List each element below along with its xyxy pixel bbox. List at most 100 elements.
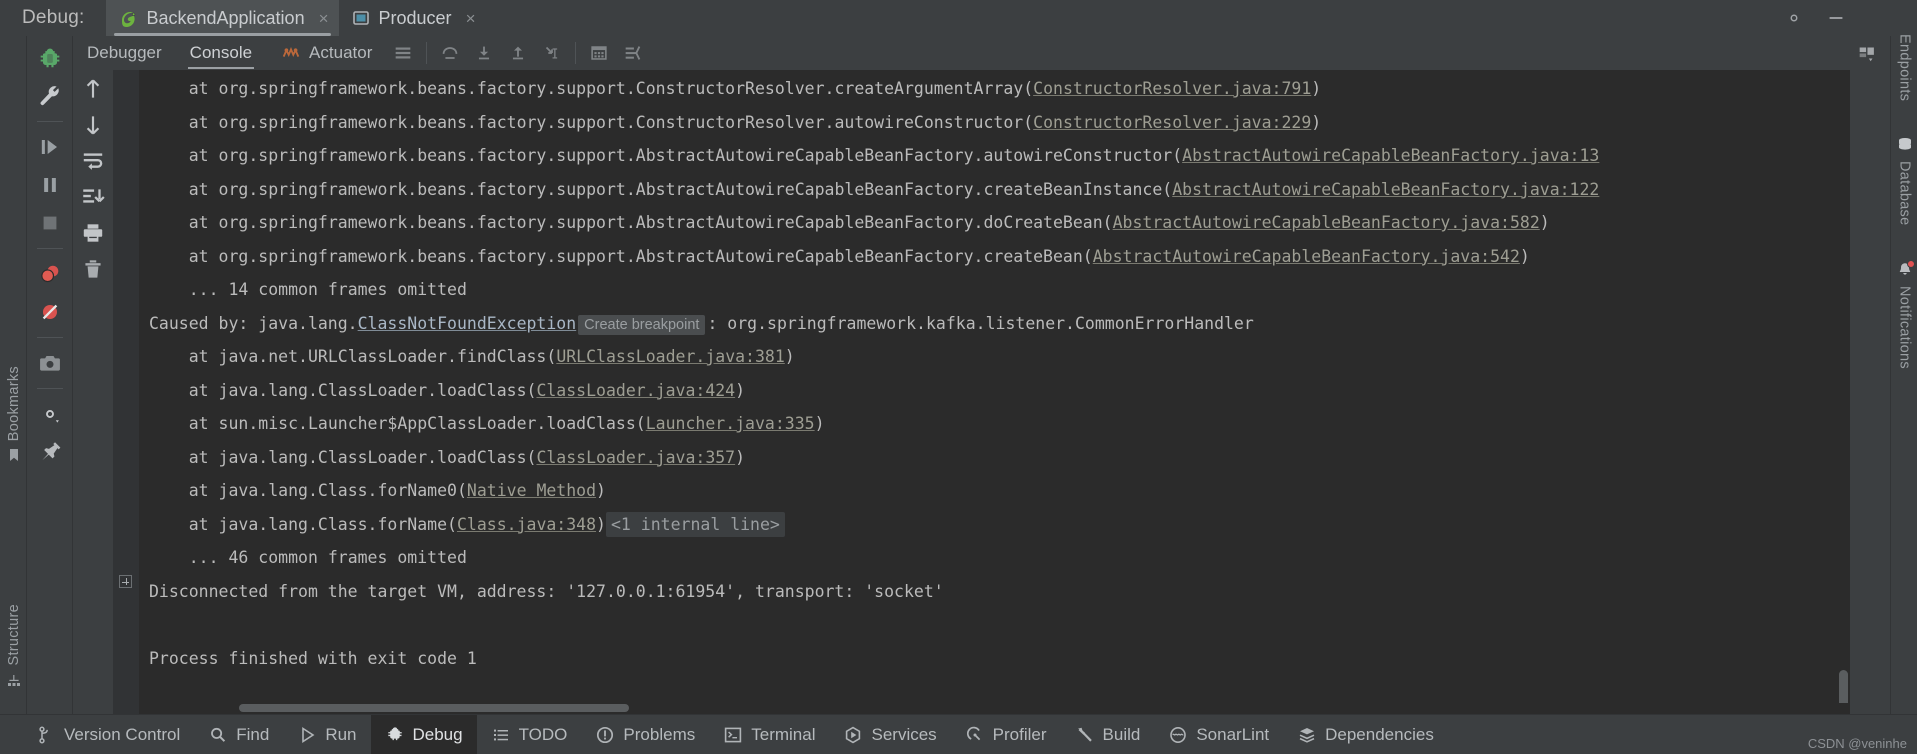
sidebar-item-bookmarks[interactable]: Bookmarks bbox=[0, 366, 27, 463]
minimize-icon[interactable] bbox=[1825, 7, 1847, 29]
console-text: at org.springframework.beans.factory.sup… bbox=[188, 179, 1173, 199]
internal-lines-badge[interactable]: <1 internal line> bbox=[605, 511, 785, 537]
settings-gear-icon[interactable] bbox=[1783, 7, 1805, 29]
search-icon bbox=[211, 727, 226, 742]
bottom-item-services[interactable]: Services bbox=[829, 715, 950, 754]
layout-restore-icon bbox=[1859, 47, 1874, 62]
tab-debugger[interactable]: Debugger bbox=[73, 36, 176, 70]
tab-label: Debugger bbox=[87, 43, 162, 62]
source-link[interactable]: ConstructorResolver.java:229 bbox=[1033, 113, 1311, 132]
stop-program-icon[interactable] bbox=[36, 209, 64, 237]
sidebar-item-notifications[interactable]: Notifications bbox=[1891, 260, 1917, 369]
source-link[interactable]: ConstructorResolver.java:791 bbox=[1033, 79, 1311, 98]
divider bbox=[36, 388, 63, 389]
source-link[interactable]: Class.java:348 bbox=[457, 515, 596, 534]
bottom-item-debug[interactable]: Debug bbox=[370, 714, 477, 754]
console-line: at java.lang.ClassLoader.loadClass(Class… bbox=[139, 441, 1850, 475]
soft-wrap-icon[interactable] bbox=[80, 148, 106, 174]
bottom-item-todo[interactable]: TODO bbox=[477, 715, 582, 754]
close-icon[interactable]: × bbox=[319, 10, 329, 27]
console-line: Caused by: java.lang.ClassNotFoundExcept… bbox=[139, 307, 1850, 341]
bottom-item-label: Build bbox=[1102, 724, 1141, 744]
bug-icon bbox=[387, 726, 402, 740]
tab-label: Actuator bbox=[309, 43, 373, 62]
source-link[interactable]: AbstractAutowireCapableBeanFactory.java:… bbox=[1113, 213, 1540, 232]
bottom-item-problems[interactable]: Problems bbox=[581, 715, 709, 754]
bottom-item-run[interactable]: Run bbox=[283, 715, 370, 754]
layout-settings-button[interactable] bbox=[386, 38, 420, 68]
source-link[interactable]: AbstractAutowireCapableBeanFactory.java:… bbox=[1093, 247, 1520, 266]
console-text: ) bbox=[735, 447, 746, 467]
wrench-settings-icon[interactable] bbox=[36, 82, 64, 110]
bottom-item-version-control[interactable]: Version Control bbox=[22, 715, 194, 754]
step-down-icon[interactable] bbox=[80, 112, 106, 138]
source-link[interactable]: URLClassLoader.java:381 bbox=[556, 347, 784, 366]
bottom-item-dependencies[interactable]: Dependencies bbox=[1283, 715, 1448, 754]
layout-restore-button[interactable] bbox=[1850, 38, 1884, 68]
close-icon[interactable]: × bbox=[466, 10, 476, 27]
pause-program-icon[interactable] bbox=[36, 171, 64, 199]
source-link[interactable]: ClassLoader.java:357 bbox=[536, 448, 735, 467]
source-link[interactable]: ClassLoader.java:424 bbox=[536, 381, 735, 400]
scroll-to-end-icon[interactable] bbox=[80, 184, 106, 210]
mute-breakpoints-icon[interactable] bbox=[36, 298, 64, 326]
bottom-item-profiler[interactable]: Profiler bbox=[951, 715, 1061, 754]
source-link[interactable]: Native Method bbox=[467, 481, 596, 500]
run-to-cursor-button[interactable] bbox=[535, 38, 569, 68]
bottom-item-terminal[interactable]: Terminal bbox=[709, 715, 829, 754]
bottom-item-label: Version Control bbox=[64, 724, 181, 744]
settings-dropdown-icon[interactable] bbox=[36, 400, 64, 428]
run-tab-backendapplication[interactable]: BackendApplication × bbox=[106, 0, 339, 36]
source-link[interactable]: AbstractAutowireCapableBeanFactory.java:… bbox=[1172, 180, 1599, 199]
view-breakpoints-icon[interactable] bbox=[36, 260, 64, 288]
warning-icon bbox=[597, 726, 614, 743]
tab-actuator[interactable]: Actuator bbox=[266, 36, 386, 70]
bottom-item-build[interactable]: Build bbox=[1061, 715, 1155, 754]
console-text: ) bbox=[735, 380, 746, 400]
sidebar-item-label: Database bbox=[1896, 161, 1913, 226]
console-text: ) bbox=[784, 347, 795, 366]
tab-label: Console bbox=[189, 43, 253, 62]
evaluate-expression-icon bbox=[591, 46, 608, 60]
console-horizontal-scrollbar-track[interactable] bbox=[139, 703, 1850, 714]
console-text: at org.springframework.beans.factory.sup… bbox=[188, 112, 1034, 132]
step-out-button[interactable] bbox=[501, 38, 535, 68]
create-breakpoint-chip[interactable]: Create breakpoint bbox=[578, 314, 706, 335]
console-horizontal-scrollbar-thumb[interactable] bbox=[239, 704, 629, 712]
tab-console[interactable]: Console bbox=[176, 36, 266, 70]
main-area: Bookmarks Structure Debugger Console Act… bbox=[0, 34, 1917, 714]
step-into-button[interactable] bbox=[467, 38, 501, 68]
trash-icon[interactable] bbox=[80, 256, 106, 282]
console-output[interactable]: at org.springframework.beans.factory.sup… bbox=[139, 70, 1850, 714]
console-text: ) bbox=[1519, 246, 1530, 266]
print-icon[interactable] bbox=[80, 220, 106, 246]
bottom-item-find[interactable]: Find bbox=[194, 715, 283, 754]
debug-bug-icon[interactable] bbox=[36, 44, 64, 72]
bookmark-icon bbox=[9, 449, 18, 462]
console-line: at org.springframework.beans.factory.sup… bbox=[139, 240, 1850, 274]
ide-window: Debug: BackendApplication × Producer × B… bbox=[0, 0, 1917, 754]
expand-internal-lines-icon[interactable] bbox=[119, 575, 132, 588]
threads-and-variables-button[interactable] bbox=[616, 38, 650, 68]
run-tab-producer[interactable]: Producer × bbox=[339, 0, 486, 36]
evaluate-expression-button[interactable] bbox=[582, 38, 616, 68]
bottom-item-label: Terminal bbox=[751, 724, 816, 744]
resume-program-icon[interactable] bbox=[36, 133, 64, 161]
force-step-over-button[interactable] bbox=[433, 38, 467, 68]
bottom-item-sonarlint[interactable]: SonarLint bbox=[1154, 715, 1283, 754]
step-up-icon[interactable] bbox=[80, 76, 106, 102]
sidebar-item-endpoints[interactable]: Endpoints bbox=[1891, 34, 1917, 101]
profiler-icon bbox=[966, 726, 980, 740]
source-link[interactable]: Launcher.java:335 bbox=[646, 414, 815, 433]
source-link[interactable]: AbstractAutowireCapableBeanFactory.java:… bbox=[1182, 146, 1599, 165]
sidebar-item-database[interactable]: Database bbox=[1891, 136, 1917, 225]
pin-tab-icon[interactable] bbox=[36, 438, 64, 466]
debug-session-label: Debug: bbox=[22, 7, 85, 28]
console-text: at java.lang.ClassLoader.loadClass( bbox=[188, 380, 537, 400]
camera-snapshot-icon[interactable] bbox=[36, 349, 64, 377]
layout-settings-icon bbox=[396, 47, 411, 59]
sidebar-item-structure[interactable]: Structure bbox=[0, 604, 27, 688]
exception-name[interactable]: ClassNotFoundException bbox=[358, 314, 577, 333]
